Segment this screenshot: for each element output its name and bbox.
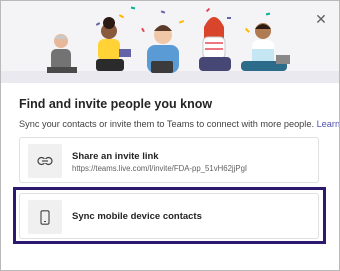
share-invite-link-option[interactable]: Share an invite link https://teams.live.… [19,137,319,183]
sync-contacts-option[interactable]: Sync mobile device contacts [19,193,319,239]
dialog-title: Find and invite people you know [19,97,213,111]
learn-more-link[interactable]: Learn more [317,119,339,129]
phone-icon [28,200,62,234]
dialog-subtitle-text: Sync your contacts or invite them to Tea… [19,119,314,129]
sync-contacts-title: Sync mobile device contacts [72,211,202,222]
invite-link-url: https://teams.live.com/l/invite/FDA-pp_5… [72,164,248,173]
people-illustration [1,1,339,83]
share-invite-link-title: Share an invite link [72,151,159,162]
dialog-subtitle: Sync your contacts or invite them to Tea… [19,119,339,129]
invite-dialog: ✕ Find and invite people you know Sync y… [1,1,339,270]
close-icon[interactable]: ✕ [313,11,329,27]
link-icon [28,144,62,178]
